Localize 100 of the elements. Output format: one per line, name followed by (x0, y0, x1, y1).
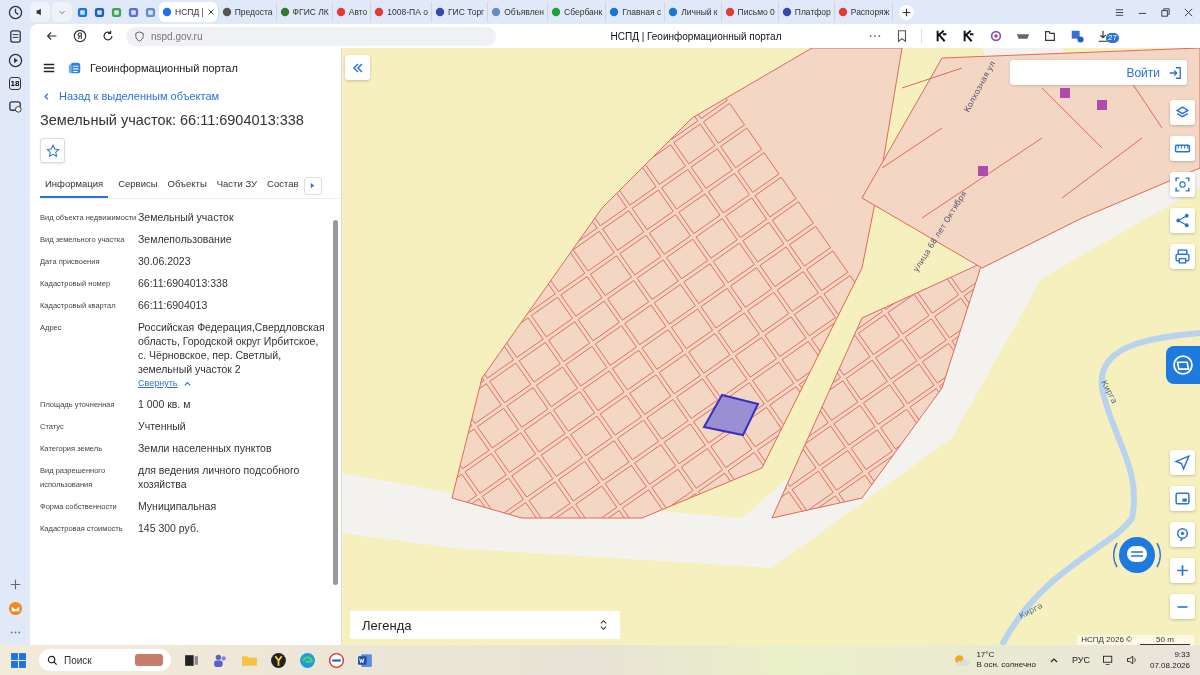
site-icon (781, 7, 792, 17)
extension-icon[interactable] (961, 29, 976, 43)
site-icon[interactable] (111, 6, 122, 18)
windows-start-icon[interactable] (10, 651, 27, 669)
zoom-in-button[interactable] (1170, 558, 1195, 583)
login-icon (1168, 65, 1182, 80)
browser-tab[interactable]: Распоряж (834, 2, 894, 22)
browser-tab[interactable]: Платфор (778, 2, 835, 22)
browser-tab[interactable]: Главная с (606, 2, 666, 22)
close-icon[interactable] (206, 8, 215, 16)
extension-icon[interactable] (934, 29, 949, 43)
collapse-link[interactable]: Свернуть (138, 376, 178, 390)
info-tab[interactable]: Объекты (167, 173, 207, 198)
browser-app-icon[interactable] (270, 651, 287, 669)
field-value: Муниципальная (138, 499, 218, 513)
taskbar-search-field[interactable]: Поиск (39, 649, 171, 671)
zoom-out-button[interactable] (1170, 594, 1195, 619)
field-value: для ведения личного подсобного хозяйства (138, 463, 301, 491)
site-icon[interactable] (77, 6, 88, 18)
pin-search-button[interactable] (1170, 522, 1195, 547)
legend-dropdown[interactable]: Легенда (350, 611, 620, 639)
field-value: Земли населенных пунктов (138, 441, 273, 455)
edge-browser-icon[interactable] (299, 651, 316, 669)
app-icon[interactable] (328, 651, 345, 669)
info-tab[interactable]: Сервисы (118, 173, 158, 198)
picture-in-picture-icon (1174, 490, 1191, 507)
site-icon (221, 7, 232, 17)
back-icon[interactable] (45, 29, 59, 43)
download-count: 27 (1106, 33, 1119, 43)
browser-tab[interactable]: Сбербанк (548, 2, 607, 22)
browser-tab[interactable]: Авто (332, 2, 372, 22)
restore-icon[interactable] (1160, 6, 1171, 18)
minimap-button[interactable] (1170, 486, 1195, 511)
parcel-heading: Земельный участок: 66:11:6904013:338 (40, 112, 305, 128)
clock-time[interactable]: 9:33 (1174, 649, 1190, 660)
screenshot-icon[interactable] (7, 99, 23, 114)
site-icon (551, 7, 562, 17)
site-icon[interactable] (145, 6, 156, 18)
audio-tab[interactable] (30, 2, 50, 22)
browser-tab[interactable]: 1008-ПА о (371, 2, 432, 22)
close-icon[interactable] (1183, 6, 1194, 18)
favorite-button[interactable] (40, 138, 65, 163)
site-icon (837, 7, 848, 17)
volume-icon[interactable] (1125, 654, 1138, 666)
calendar-icon[interactable]: 18 (8, 77, 22, 90)
language-indicator[interactable]: РУС (1071, 655, 1090, 665)
browser-tab[interactable]: Письмо 0 (721, 2, 779, 22)
area-select-button[interactable] (1170, 172, 1195, 197)
basemap-button[interactable] (1166, 346, 1200, 384)
reload-icon[interactable] (101, 29, 115, 43)
browser-tab[interactable]: Личный к (665, 2, 722, 22)
browser-tab[interactable]: Объявлен (488, 2, 549, 22)
site-icon (434, 7, 445, 17)
word-icon[interactable] (357, 651, 374, 669)
field-value: Российская Федерация,Свердловская область, Городской округ Ирбитское, с. Чёрновское, пер. Светлый, земельный участок 2 (138, 320, 326, 376)
field-value: 145 300 руб. (138, 521, 200, 535)
site-icon[interactable] (128, 6, 139, 18)
back-link[interactable]: Назад к выделенным объектам (59, 90, 220, 102)
field-value: Земельный участок (138, 210, 235, 224)
browser-logo-icon[interactable] (73, 29, 87, 43)
info-tab[interactable]: Части ЗУ (216, 173, 258, 198)
site-icon (279, 7, 290, 17)
site-icon (335, 7, 346, 17)
network-icon[interactable] (1101, 654, 1114, 666)
history-icon[interactable] (7, 5, 23, 20)
ruler-button[interactable] (1170, 136, 1195, 161)
download-icon[interactable] (1096, 29, 1110, 43)
browser-tab[interactable]: НСПД | (159, 2, 219, 22)
search-icon (47, 654, 58, 666)
share-button[interactable] (1170, 208, 1195, 233)
site-icon (491, 7, 502, 17)
site-icon (668, 7, 679, 17)
collapse-panel-button[interactable] (345, 55, 370, 80)
browser-tab[interactable]: Предоста (218, 2, 277, 22)
printer-icon (1174, 248, 1191, 265)
tabs-icon[interactable] (7, 29, 23, 44)
info-tab[interactable]: Состав (267, 173, 299, 198)
browser-tab[interactable]: ГИС Торг (431, 2, 489, 22)
layers-button[interactable] (1170, 100, 1195, 125)
selected-parcel[interactable] (702, 393, 760, 437)
browser-tab[interactable]: ФГИС ЛК (276, 2, 333, 22)
map-icon (1172, 354, 1194, 376)
logo-icon (68, 61, 82, 75)
play-icon[interactable] (7, 53, 23, 68)
frame-icon (1174, 176, 1191, 193)
new-tab-icon[interactable] (899, 4, 915, 20)
extension-icon[interactable] (1042, 29, 1057, 43)
site-icon[interactable] (94, 6, 105, 18)
info-tab[interactable]: Информация (40, 173, 109, 198)
address-field[interactable]: nspd.gov.ru (126, 26, 496, 46)
menu-icon[interactable] (42, 61, 56, 75)
login-button[interactable]: Войти (1010, 60, 1187, 85)
field-value: Учтенный (138, 419, 187, 433)
copyright-text: НСПД 2026 © (1081, 635, 1132, 645)
clock-date[interactable]: 07.08.2026 (1149, 660, 1190, 671)
print-button[interactable] (1170, 244, 1195, 269)
chevron-left-icon[interactable] (42, 91, 51, 101)
menu-icon[interactable] (1114, 6, 1125, 18)
field-value: 66:11:6904013 (138, 298, 209, 312)
locate-button[interactable] (1170, 450, 1195, 475)
